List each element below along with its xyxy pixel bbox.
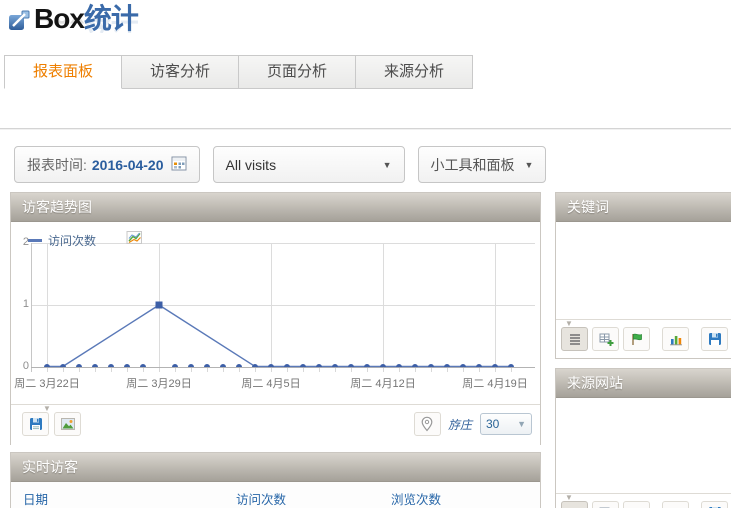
widget-visits-graph: 访客趋势图 访问次数 0 1 2 周二 3月22日 周二 3月29日 周二 4月5日 周二 … xyxy=(10,192,541,445)
widget-header[interactable]: 访客趋势图 xyxy=(11,193,540,222)
annotations-pin-button[interactable] xyxy=(414,412,441,436)
dashboard-page: Box统计 Box统计 报表面板 访客分析 页面分析 来源分析 报表时间: 20… xyxy=(0,0,731,508)
annotations-label[interactable]: 斿庄 xyxy=(448,416,472,433)
segment-value: All visits xyxy=(226,157,277,173)
app-logo[interactable]: Box统计 Box统计 xyxy=(8,4,138,39)
calendar-icon xyxy=(171,155,187,174)
widget-referrer-websites: 来源网站 ▼ xyxy=(555,368,731,508)
view-table-button[interactable] xyxy=(561,327,588,351)
keywords-empty-body xyxy=(556,222,731,319)
flag-icon xyxy=(629,331,645,347)
keywords-footer: ▼ xyxy=(556,319,731,358)
export-icon xyxy=(707,331,723,347)
column-header-pageviews: 浏览次数 xyxy=(391,489,441,508)
app-logo-icon xyxy=(8,10,30,37)
tab-visitor-analysis[interactable]: 访客分析 xyxy=(122,55,239,89)
referrers-footer: ▼ xyxy=(556,493,731,508)
row-limit-value: 30 xyxy=(486,417,499,431)
view-table-button[interactable] xyxy=(561,501,588,508)
widget-header[interactable]: 来源网站 xyxy=(556,369,731,398)
tab-report-dashboard[interactable]: 报表面板 xyxy=(4,55,122,89)
widget-realtime-visitors: 实时访客 日期 访问次数 浏览次数 xyxy=(10,452,541,508)
main-nav-tabs: 报表面板 访客分析 页面分析 来源分析 xyxy=(4,55,473,89)
tab-referrer-analysis[interactable]: 来源分析 xyxy=(356,55,473,89)
column-header-date: 日期 xyxy=(23,489,48,508)
view-all-columns-button[interactable] xyxy=(592,327,619,351)
x-axis-label: 周二 4月12日 xyxy=(350,375,415,391)
referrers-empty-body xyxy=(556,398,731,493)
location-pin-icon xyxy=(419,416,435,432)
table-rows-icon xyxy=(567,331,583,347)
tab-page-analysis[interactable]: 页面分析 xyxy=(239,55,356,89)
x-axis-label: 周二 4月19日 xyxy=(462,375,527,391)
x-axis-label: 周二 3月22日 xyxy=(14,375,79,391)
segment-selector[interactable]: All visits ▼ xyxy=(213,146,405,183)
view-goals-button[interactable] xyxy=(623,501,650,508)
date-range-label: 报表时间: xyxy=(27,155,87,175)
row-limit-select[interactable]: 30 ▼ xyxy=(480,413,532,435)
y-axis-label: 0 xyxy=(13,360,29,372)
x-axis-label: 周二 3月29日 xyxy=(126,375,191,391)
visits-chart-area: 访问次数 0 1 2 周二 3月22日 周二 3月29日 周二 4月5日 周二 4月12日 周… xyxy=(11,222,540,404)
table-header-row: 日期 访问次数 浏览次数 xyxy=(11,482,540,508)
app-title: Box统计 xyxy=(34,3,138,34)
view-bar-chart-button[interactable] xyxy=(662,327,689,351)
column-header-visits: 访问次数 xyxy=(236,489,286,508)
export-image-button[interactable] xyxy=(54,412,81,436)
view-bar-chart-button[interactable] xyxy=(662,501,689,508)
widget-keywords: 关键词 ▼ xyxy=(555,192,731,359)
header-divider xyxy=(0,128,731,129)
y-axis-label: 1 xyxy=(13,298,29,310)
chart-legend: 访问次数 xyxy=(28,230,143,250)
export-data-button[interactable] xyxy=(22,412,49,436)
table-plus-icon xyxy=(598,331,614,347)
legend-series-label: 访问次数 xyxy=(48,232,96,249)
collapse-arrow-icon: ▼ xyxy=(43,405,51,413)
date-range-value: 2016-04-20 xyxy=(92,157,164,173)
x-axis-label: 周二 4月5日 xyxy=(241,375,300,391)
chevron-down-icon: ▼ xyxy=(525,160,534,170)
y-axis-label: 2 xyxy=(13,236,29,248)
widget-header[interactable]: 实时访客 xyxy=(11,453,540,482)
widgets-menu-label: 小工具和面板 xyxy=(431,155,515,175)
legend-dash xyxy=(28,239,42,242)
chevron-down-icon: ▼ xyxy=(383,160,392,170)
bar-chart-icon xyxy=(668,331,684,347)
export-data-button[interactable] xyxy=(701,327,728,351)
image-icon xyxy=(60,416,76,432)
chevron-down-icon: ▼ xyxy=(517,419,526,429)
view-goals-button[interactable] xyxy=(623,327,650,351)
widgets-menu-button[interactable]: 小工具和面板 ▼ xyxy=(418,146,547,183)
collapse-arrow-icon: ▼ xyxy=(565,494,573,502)
view-all-columns-button[interactable] xyxy=(592,501,619,508)
chart-type-icon[interactable] xyxy=(126,230,143,250)
date-range-button[interactable]: 报表时间: 2016-04-20 xyxy=(14,146,200,183)
export-data-button[interactable] xyxy=(701,501,728,508)
report-toolbar: 报表时间: 2016-04-20 All visits ▼ 小工具和面板 ▼ xyxy=(14,146,559,183)
export-icon xyxy=(28,416,44,432)
collapse-arrow-icon: ▼ xyxy=(565,320,573,328)
widget-header[interactable]: 关键词 xyxy=(556,193,731,222)
visits-graph-footer: ▼ xyxy=(11,404,540,445)
